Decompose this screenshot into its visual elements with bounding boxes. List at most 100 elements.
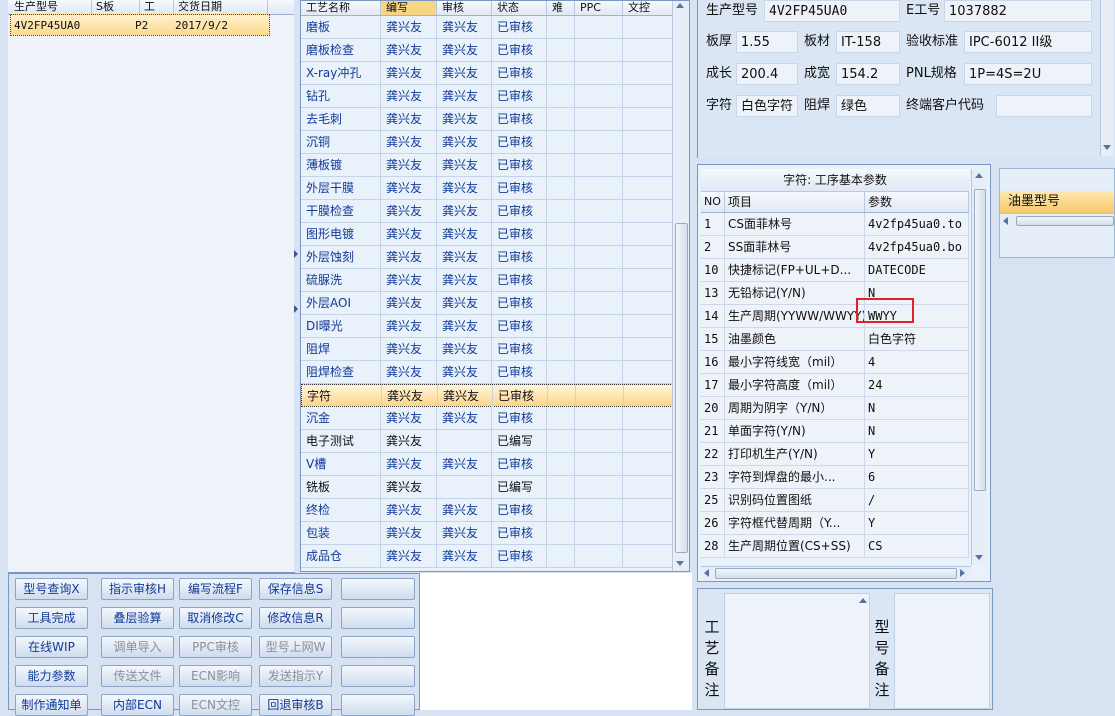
params-vscrollbar[interactable] (971, 169, 987, 565)
col-value[interactable]: 参数 (865, 192, 969, 212)
field-thickness[interactable]: 1.55 (736, 31, 798, 53)
table-row[interactable]: 去毛刺 龚兴友 龚兴友 已审核 (301, 108, 673, 131)
empty-button[interactable] (341, 694, 415, 716)
cell-value[interactable]: 24 (865, 374, 969, 396)
table-row[interactable]: 25 识别码位置图纸 / (701, 489, 969, 512)
cell-value[interactable]: Y (865, 443, 969, 465)
col-writer[interactable]: 编写 (381, 1, 437, 15)
col-item[interactable]: 项目 (725, 192, 865, 212)
col-s-board[interactable]: S板 (92, 0, 140, 14)
table-row[interactable]: 21 单面字符(Y/N) N (701, 420, 969, 443)
cell-value[interactable]: 4v2fp45ua0.bo (865, 236, 969, 258)
action-button[interactable]: ECN影响 (179, 665, 252, 687)
table-row[interactable]: 包装 龚兴友 龚兴友 已审核 (301, 522, 673, 545)
cell-value[interactable]: DATECODE (865, 259, 969, 281)
scroll-right-icon[interactable] (960, 569, 965, 577)
table-row[interactable]: 钻孔 龚兴友 龚兴友 已审核 (301, 85, 673, 108)
table-row[interactable]: 15 油墨颜色 白色字符 (701, 328, 969, 351)
action-button[interactable]: PPC审核 (179, 636, 252, 658)
table-row[interactable]: 阻焊检查 龚兴友 龚兴友 已审核 (301, 361, 673, 384)
scroll-down-icon[interactable] (975, 555, 983, 560)
process-grid[interactable]: 工艺名称 编写 审核 状态 难 PPC 文控 磨板 龚兴友 龚兴友 已审核 磨板检查 龚兴… (300, 0, 690, 572)
table-row[interactable]: 成品仓 龚兴友 龚兴友 已审核 (301, 545, 673, 568)
empty-button[interactable] (341, 665, 415, 687)
col-no[interactable]: NO (701, 192, 725, 212)
table-row[interactable]: 干膜检查 龚兴友 龚兴友 已审核 (301, 200, 673, 223)
action-button[interactable]: 传送文件 (101, 665, 174, 687)
action-button[interactable]: 发送指示Y (259, 665, 332, 687)
col-delivery-date[interactable]: 交货日期 (174, 0, 268, 14)
params-grid[interactable]: 字符: 工序基本参数 NO 项目 参数 1 CS面菲林号 4v2fp45ua0.to… (697, 164, 991, 582)
scroll-up-icon[interactable] (975, 173, 983, 178)
col-ppc[interactable]: PPC (575, 1, 623, 15)
action-button[interactable]: 保存信息S (259, 578, 332, 600)
action-button[interactable]: 制作通知单 (15, 694, 88, 716)
table-row[interactable]: 10 快捷标记(FP+UL+D... DATECODE (701, 259, 969, 282)
table-row[interactable]: 沉铜 龚兴友 龚兴友 已审核 (301, 131, 673, 154)
cell-value[interactable]: / (865, 489, 969, 511)
cell-value[interactable]: 4v2fp45ua0.to (865, 213, 969, 235)
scroll-up-icon[interactable] (859, 598, 867, 603)
table-row[interactable]: 26 字符框代替周期（Y... Y (701, 512, 969, 535)
table-row[interactable]: 23 字符到焊盘的最小... 6 (701, 466, 969, 489)
field-standard[interactable]: IPC-6012 II级 (964, 31, 1092, 53)
col-reviewer[interactable]: 审核 (437, 1, 492, 15)
info-scrollbar[interactable] (1100, 0, 1113, 156)
table-row[interactable]: 图形电镀 龚兴友 龚兴友 已审核 (301, 223, 673, 246)
action-button[interactable]: 取消修改C (179, 607, 252, 629)
table-row[interactable]: 外层AOI 龚兴友 龚兴友 已审核 (301, 292, 673, 315)
scroll-up-icon[interactable] (676, 3, 684, 8)
model-remark-input[interactable] (894, 593, 990, 709)
empty-button[interactable] (341, 578, 415, 600)
table-row[interactable]: 阻焊 龚兴友 龚兴友 已审核 (301, 338, 673, 361)
field-e-number[interactable]: 1037882 (944, 0, 1092, 22)
scroll-thumb[interactable] (1016, 216, 1114, 226)
col-doc-control[interactable]: 文控 (623, 1, 673, 15)
ink-hscrollbar[interactable] (1000, 213, 1114, 228)
table-row[interactable]: 沉金 龚兴友 龚兴友 已审核 (301, 407, 673, 430)
table-row[interactable]: 20 周期为阴字（Y/N） N (701, 397, 969, 420)
process-scrollbar[interactable] (672, 1, 689, 571)
col-model[interactable]: 生产型号 (10, 0, 92, 14)
table-row[interactable]: 电子测试 龚兴友 已编写 (301, 430, 673, 453)
table-row[interactable]: 磨板 龚兴友 龚兴友 已审核 (301, 16, 673, 39)
table-row[interactable]: 硫脲洗 龚兴友 龚兴友 已审核 (301, 269, 673, 292)
field-width[interactable]: 154.2 (836, 63, 900, 85)
scroll-down-icon[interactable] (1103, 145, 1111, 150)
table-row[interactable]: 薄板镀 龚兴友 龚兴友 已审核 (301, 154, 673, 177)
scroll-left-icon[interactable] (704, 569, 709, 577)
table-row[interactable]: V槽 龚兴友 龚兴友 已审核 (301, 453, 673, 476)
ink-header[interactable]: 油墨型号 (1000, 191, 1114, 213)
table-row[interactable]: 2 SS面菲林号 4v2fp45ua0.bo (701, 236, 969, 259)
col-stage[interactable]: 工 (140, 0, 174, 14)
table-row[interactable]: 28 生产周期位置(CS+SS) CS (701, 535, 969, 558)
table-row[interactable]: 17 最小字符高度（mil） 24 (701, 374, 969, 397)
action-button[interactable]: 回退审核B (259, 694, 332, 716)
table-row[interactable]: 字符 龚兴友 龚兴友 已审核 (301, 384, 674, 407)
table-row[interactable]: 外层蚀刻 龚兴友 龚兴友 已审核 (301, 246, 673, 269)
col-status[interactable]: 状态 (492, 1, 547, 15)
empty-button[interactable] (341, 607, 415, 629)
action-button[interactable]: 内部ECN (101, 694, 174, 716)
field-char[interactable]: 白色字符 (736, 95, 798, 117)
cell-value[interactable]: 4 (865, 351, 969, 373)
scroll-down-icon[interactable] (676, 561, 684, 566)
order-grid[interactable]: 生产型号 S板 工 交货日期 4V2FP45UA0 P2 2017/9/2 (8, 0, 295, 573)
cell-value[interactable]: Y (865, 512, 969, 534)
table-row[interactable]: 4V2FP45UA0 P2 2017/9/2 (10, 14, 270, 36)
action-button[interactable]: 修改信息R (259, 607, 332, 629)
action-button[interactable]: 指示审核H (101, 578, 174, 600)
field-grow[interactable]: 200.4 (736, 63, 798, 85)
col-process-name[interactable]: 工艺名称 (301, 1, 381, 15)
cell-value[interactable]: CS (865, 535, 969, 557)
table-row[interactable]: 1 CS面菲林号 4v2fp45ua0.to (701, 213, 969, 236)
cell-value[interactable]: N (865, 397, 969, 419)
params-hscrollbar[interactable] (701, 566, 971, 580)
col-difficulty[interactable]: 难 (547, 1, 575, 15)
ink-panel[interactable]: 油墨型号 (999, 168, 1115, 258)
action-button[interactable]: 能力参数 (15, 665, 88, 687)
action-button[interactable]: 型号上网W (259, 636, 332, 658)
scroll-thumb[interactable] (974, 189, 986, 491)
cell-value[interactable]: 白色字符 (865, 328, 969, 350)
table-row[interactable]: X-ray冲孔 龚兴友 龚兴友 已审核 (301, 62, 673, 85)
